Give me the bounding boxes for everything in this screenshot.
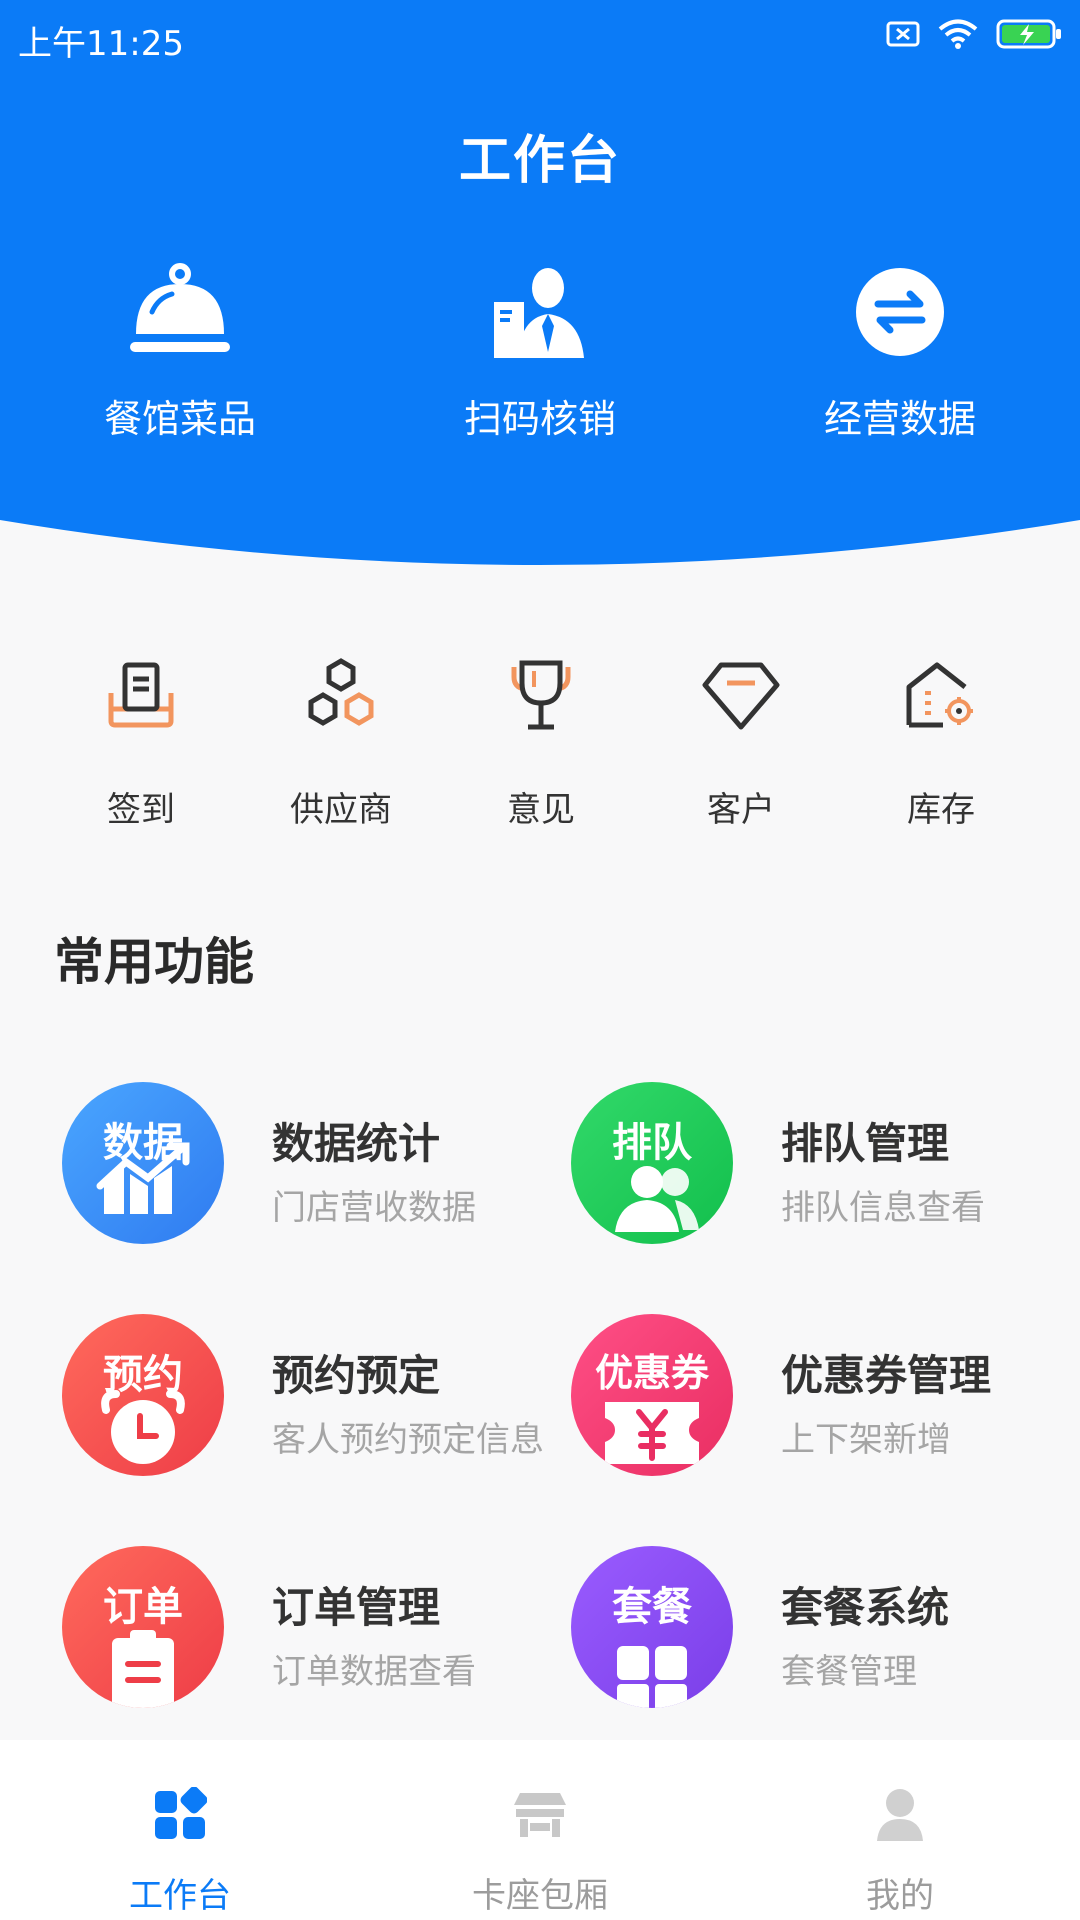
feature-queue-management[interactable]: 排队 排队管理 排队信息查看 [571,1082,1071,1252]
feature-reservations[interactable]: 预约 预约预定 客人预约预定信息 [62,1314,562,1484]
coupon-icon: 优惠券 [571,1314,733,1476]
alarm-clock-icon: 预约 [62,1314,224,1476]
hero-action-dishes[interactable]: 餐馆菜品 [50,258,310,458]
tab-label: 我的 [866,1876,934,1916]
feature-badge-label: 订单 [103,1584,183,1630]
quick-action-supplier[interactable]: 供应商 [241,650,441,831]
tab-label: 工作台 [129,1876,231,1916]
feature-package-system[interactable]: 套餐 套餐系统 套餐管理 [571,1546,1071,1716]
section-title: 常用功能 [54,933,254,991]
feature-title: 数据统计 [272,1119,441,1168]
quick-action-customer[interactable]: 客户 [641,650,841,831]
feature-badge-label: 套餐 [612,1584,692,1630]
feature-coupon-management[interactable]: 优惠券 优惠券管理 上下架新增 [571,1314,1071,1484]
feature-title: 订单管理 [272,1583,441,1632]
tab-label: 卡座包厢 [472,1876,608,1916]
quick-action-feedback[interactable]: 意见 [441,650,641,831]
people-icon: 排队 [571,1082,733,1244]
booth-icon [514,1793,566,1837]
bottom-tab-bar: 工作台 卡座包厢 我的 [0,1740,1080,1920]
feature-title: 排队管理 [781,1119,950,1168]
feature-badge-label: 优惠券 [594,1351,709,1395]
tab-workbench[interactable]: 工作台 [50,1740,310,1917]
user-icon [877,1789,923,1841]
quick-actions: 签到 供应商 意见 客户 库存 [0,650,1080,830]
wifi-icon [938,19,978,49]
feature-title: 优惠券管理 [781,1351,992,1400]
hero-action-label: 经营数据 [823,397,976,441]
header-banner: 上午11:25 工作台 餐馆菜品 扫码核销 经营数据 [0,0,1080,570]
trophy-icon [511,660,571,730]
quick-action-label: 签到 [107,790,175,830]
chart-icon: 数据 [62,1082,224,1244]
quick-action-label: 供应商 [290,790,392,830]
feature-title: 预约预定 [272,1351,441,1400]
status-bar: 上午11:25 [0,0,1080,76]
feature-data-statistics[interactable]: 数据 数据统计 门店营收数据 [62,1082,562,1252]
sim-off-icon [886,21,920,47]
hero-action-business-data[interactable]: 经营数据 [770,258,1030,458]
page-title: 工作台 [458,131,621,191]
battery-charging-icon [996,19,1061,49]
clipboard-icon: 订单 [62,1546,224,1708]
quick-action-sign-in[interactable]: 签到 [41,650,241,831]
hero-action-label: 餐馆菜品 [103,397,256,441]
warehouse-icon [906,662,973,728]
feature-order-management[interactable]: 订单 订单管理 订单数据查看 [62,1546,562,1716]
tab-profile[interactable]: 我的 [770,1740,1030,1917]
staff-icon [494,268,584,358]
supplier-icon [308,658,374,726]
feature-badge-label: 预约 [103,1352,183,1398]
feature-badge-label: 数据 [103,1120,183,1166]
feature-badge-label: 排队 [612,1120,692,1166]
sign-in-icon [108,662,174,728]
feature-subtitle: 门店营收数据 [272,1188,476,1228]
quick-action-label: 意见 [507,790,575,830]
gift-icon: 套餐 [571,1546,733,1708]
feature-subtitle: 客人预约预定信息 [272,1420,544,1460]
quick-action-inventory[interactable]: 库存 [841,650,1041,831]
dashboard-icon [155,1787,207,1839]
quick-action-label: 库存 [907,790,975,830]
exchange-icon [856,268,944,356]
status-time: 上午11:25 [18,24,184,64]
hero-action-label: 扫码核销 [463,397,616,441]
quick-action-label: 客户 [707,790,775,830]
feature-subtitle: 套餐管理 [781,1652,917,1692]
hero-action-scan[interactable]: 扫码核销 [410,258,670,458]
feature-subtitle: 订单数据查看 [272,1652,476,1692]
cloche-icon [130,263,230,352]
diamond-icon [702,662,780,730]
feature-subtitle: 排队信息查看 [781,1188,985,1228]
tab-booths[interactable]: 卡座包厢 [410,1740,670,1917]
feature-title: 套餐系统 [781,1583,950,1632]
feature-subtitle: 上下架新增 [781,1420,951,1460]
